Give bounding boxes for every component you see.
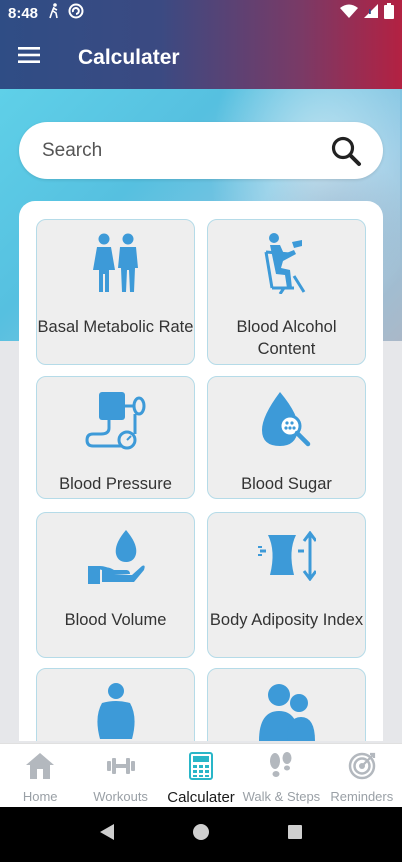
system-navigation-bar [0, 807, 402, 862]
drop-on-hand-icon [86, 526, 146, 591]
battery-icon [384, 3, 394, 23]
nav-item-walk-steps[interactable]: Walk & Steps [241, 744, 321, 807]
recents-square-icon [287, 824, 303, 845]
calculator-tile-basal-metabolic-rate[interactable]: Basal Metabolic Rate [36, 219, 195, 365]
footsteps-icon [268, 752, 294, 785]
body-person-icon [94, 681, 138, 742]
home-system-button[interactable] [181, 815, 221, 855]
search-icon[interactable] [329, 134, 363, 168]
nav-label: Reminders [330, 789, 394, 804]
nav-item-home[interactable]: Home [0, 744, 80, 807]
calculator-tile-two-people[interactable] [207, 668, 366, 741]
tile-label: Blood Alcohol Content [236, 318, 337, 358]
nav-label: Calculater [167, 789, 235, 806]
tile-label: Blood Pressure [59, 475, 172, 493]
nav-label: Walk & Steps [242, 789, 321, 804]
calculator-tile-body-adiposity-index[interactable]: Body Adiposity Index [207, 512, 366, 658]
calculator-tile-blood-volume[interactable]: Blood Volume [36, 512, 195, 658]
app-bar: Calculater [0, 26, 402, 89]
search-bar [19, 122, 383, 179]
back-button[interactable] [87, 815, 127, 855]
hamburger-menu-icon [18, 46, 40, 69]
sync-icon [68, 3, 84, 23]
recents-button[interactable] [275, 815, 315, 855]
walking-icon [48, 3, 60, 23]
calculator-tile-body-person[interactable] [36, 668, 195, 741]
couple-icon [92, 232, 140, 299]
menu-button[interactable] [0, 26, 58, 89]
calculator-grid: Basal Metabolic Rate Blood Alcohol Conte… [19, 201, 383, 741]
nav-item-calculater[interactable]: Calculater [161, 744, 241, 807]
status-bar: 8:48 [0, 0, 402, 26]
dumbbell-icon [106, 752, 136, 785]
nav-item-workouts[interactable]: Workouts [80, 744, 160, 807]
nav-label: Home [22, 789, 58, 804]
signal-icon [364, 4, 378, 22]
back-triangle-icon [98, 823, 116, 846]
calculator-tile-blood-alcohol-content[interactable]: Blood Alcohol Content [207, 219, 366, 365]
calculator-icon [189, 752, 214, 785]
bottom-navigation: Home Workouts Calculater Walk & Steps Re… [0, 743, 402, 807]
nav-label: Workouts [93, 789, 148, 804]
nav-item-reminders[interactable]: Reminders [322, 744, 402, 807]
search-input[interactable] [42, 139, 329, 162]
tile-label: Body Adiposity Index [209, 611, 364, 629]
target-icon [348, 752, 376, 785]
blood-drop-magnifier-icon [260, 390, 314, 455]
home-circle-icon [192, 823, 210, 846]
wifi-icon [340, 4, 358, 22]
waist-measure-icon [257, 530, 317, 586]
page-title: Calculater [78, 45, 180, 69]
tile-label: Blood Volume [64, 611, 167, 629]
blood-pressure-monitor-icon [84, 390, 147, 455]
home-icon [25, 752, 55, 785]
calculator-tile-blood-sugar[interactable]: Blood Sugar [207, 376, 366, 499]
calculator-tile-blood-pressure[interactable]: Blood Pressure [36, 376, 195, 499]
drinking-person-icon [264, 232, 310, 299]
tile-label: Basal Metabolic Rate [37, 318, 194, 336]
two-people-icon [257, 681, 317, 742]
tile-label: Blood Sugar [241, 475, 332, 493]
status-time: 8:48 [8, 4, 39, 22]
